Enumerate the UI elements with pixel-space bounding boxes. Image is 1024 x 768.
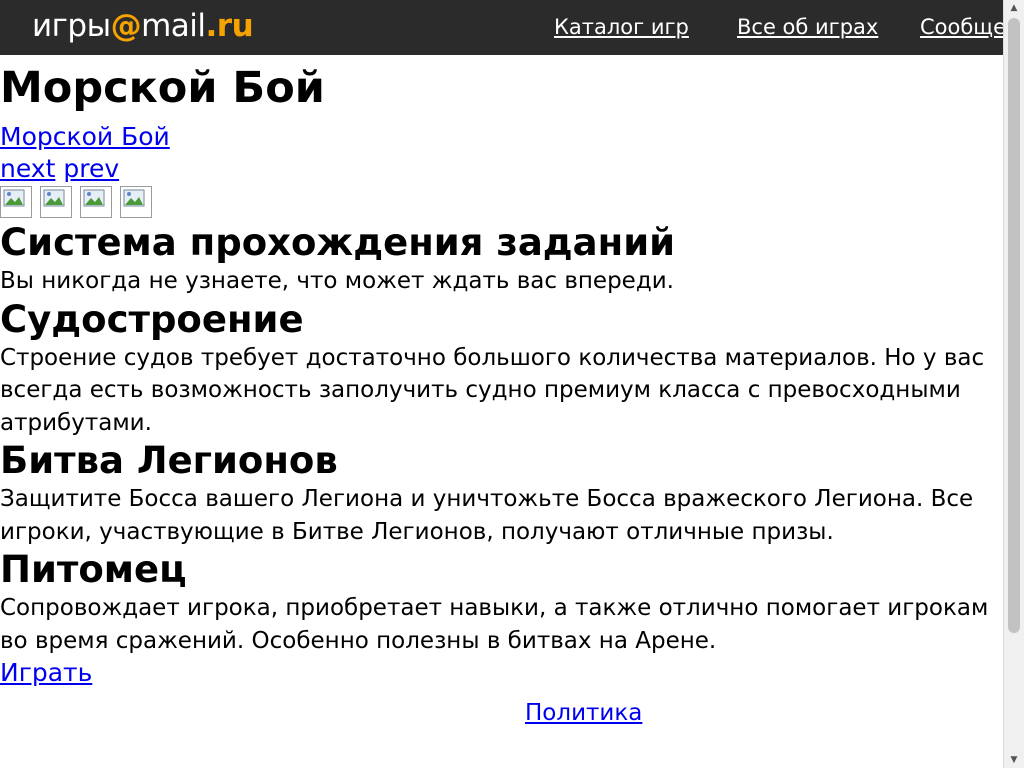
next-link[interactable]: next — [0, 154, 55, 183]
broken-image-icon — [40, 186, 72, 218]
nav-link-communities[interactable]: Сообщества — [920, 14, 1003, 40]
main-content: Морской Бой Морской Бой next prev Систем… — [0, 55, 1003, 768]
thumbnail-1[interactable] — [0, 186, 32, 218]
scroll-down-arrow-icon[interactable]: ▼ — [1004, 752, 1024, 768]
section-heading: Система прохождения заданий — [0, 221, 676, 264]
feature-shipbuilding: Судостроение Строение судов требует дост… — [0, 298, 1003, 440]
broken-image-icon — [120, 186, 152, 218]
feature-legion-battle: Битва Легионов Защитите Босса вашего Лег… — [0, 439, 1003, 548]
nav-link-about-games[interactable]: Все об играх — [737, 14, 878, 40]
section-heading: Судостроение — [0, 297, 304, 341]
section-text: Защитите Босса вашего Легиона и уничтожь… — [0, 486, 974, 545]
broken-image-icon — [0, 186, 32, 218]
logo-mail: mail — [141, 8, 206, 44]
feature-pet: Питомец Сопровождает игрока, приобретает… — [0, 548, 1003, 657]
top-navigation-bar: игры@mail.ru Каталог игр Все об играх Со… — [0, 0, 1003, 55]
section-text: Вы никогда не узнаете, что может ждать в… — [0, 268, 674, 294]
scroll-up-arrow-icon[interactable]: ▲ — [1004, 0, 1024, 16]
game-link-row: Морской Бой — [0, 121, 1003, 153]
section-heading: Битва Легионов — [0, 439, 338, 482]
logo-at: @ — [110, 8, 142, 44]
site-logo[interactable]: игры@mail.ru — [32, 4, 254, 48]
vertical-scrollbar[interactable]: ▲ ▼ — [1003, 0, 1024, 768]
play-row: Играть — [0, 657, 1003, 689]
page-title: Морской Бой — [0, 63, 325, 113]
screenshot-thumbnails — [0, 185, 1003, 221]
pager-row: next prev — [0, 153, 1003, 185]
thumbnail-2[interactable] — [40, 186, 72, 218]
section-heading: Питомец — [0, 548, 187, 591]
prev-link[interactable]: prev — [63, 154, 119, 183]
thumbnail-3[interactable] — [80, 186, 112, 218]
section-text: Сопровождает игрока, приобретает навыки,… — [0, 595, 989, 654]
logo-ru: .ru — [205, 8, 254, 44]
policy-link[interactable]: Политика — [525, 700, 642, 726]
section-text: Строение судов требует достаточно большо… — [0, 344, 985, 436]
logo-word: игры — [32, 8, 111, 44]
thumbnail-4[interactable] — [120, 186, 152, 218]
scrollbar-thumb[interactable] — [1008, 18, 1020, 633]
game-link[interactable]: Морской Бой — [0, 122, 170, 151]
feature-quests: Система прохождения заданий Вы никогда н… — [0, 221, 1003, 298]
broken-image-icon — [80, 186, 112, 218]
nav-link-catalog[interactable]: Каталог игр — [554, 14, 689, 40]
play-link[interactable]: Играть — [0, 658, 92, 687]
